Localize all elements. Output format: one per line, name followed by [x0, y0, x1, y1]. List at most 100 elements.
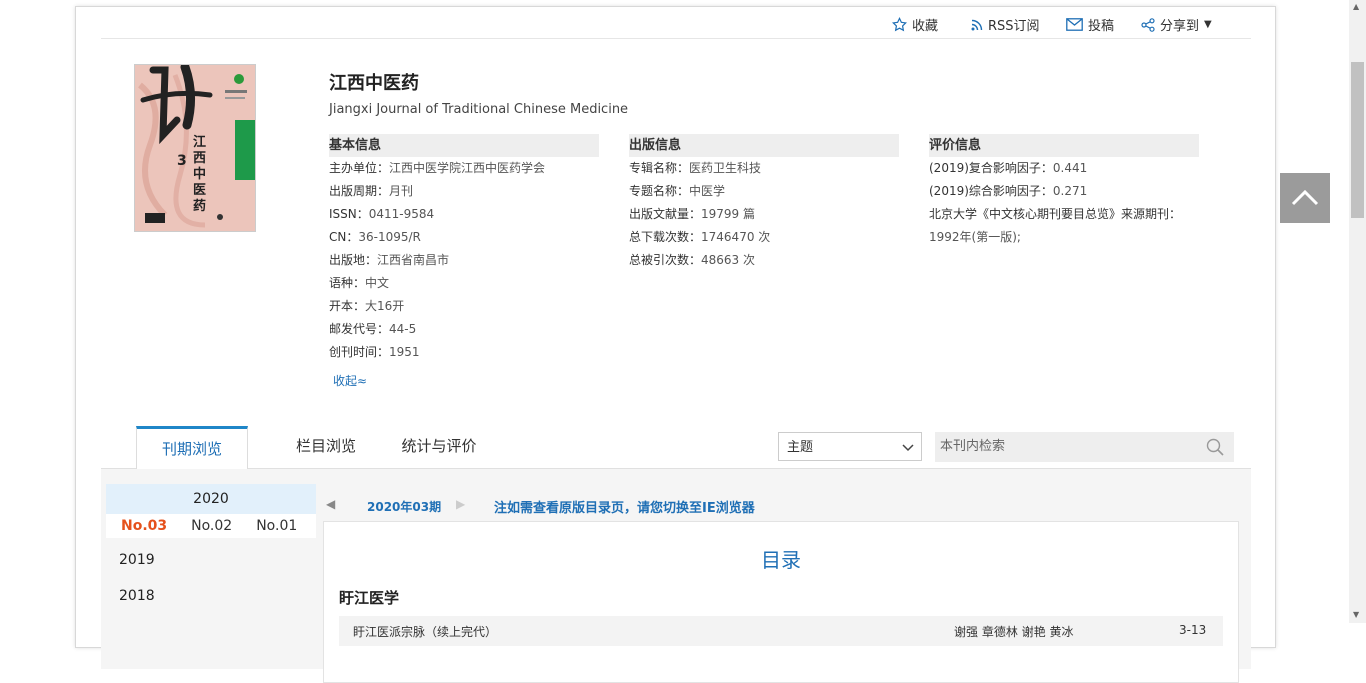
rss-label: RSS订阅 — [988, 19, 1040, 34]
basic-info-value: 1951 — [389, 345, 420, 359]
evaluation-info-heading: 评价信息 — [929, 134, 1199, 157]
favorite-button[interactable]: 收藏 — [892, 15, 938, 34]
basic-info-heading: 基本信息 — [329, 134, 599, 157]
search-placeholder: 本刊内检索 — [940, 439, 1006, 454]
page-scrollbar[interactable]: ▲ ▼ — [1349, 0, 1366, 623]
basic-info-value: 0411-9584 — [368, 207, 435, 221]
journal-page: 收藏 RSS订阅 投稿 分享到 ▼ 江西中医药 3 江西中医药 Jiangxi … — [75, 6, 1276, 683]
evaluation-info-key: 北京大学《中文核心期刊要目总览》来源期刊： — [929, 207, 1182, 221]
basic-info-value: 中文 — [365, 276, 390, 290]
scroll-down-arrow-icon[interactable]: ▼ — [1353, 610, 1359, 619]
year-item-active[interactable]: 2020 — [106, 484, 316, 514]
toc-entry-pages: 3-13 — [1179, 623, 1207, 637]
search-icon[interactable] — [1206, 438, 1224, 456]
issue-item[interactable]: No.02 — [191, 518, 232, 534]
basic-info-key: 语种： — [329, 276, 366, 290]
publish-info-heading: 出版信息 — [629, 134, 899, 157]
publish-info-key: 专题名称： — [629, 184, 690, 198]
search-field-select[interactable]: 主题 — [778, 432, 922, 461]
toc-entry-authors: 谢强 章德林 谢艳 黄冰 — [954, 625, 1074, 639]
publish-info-value: 1746470 次 — [701, 230, 771, 244]
evaluation-info-value: 0.441 — [1052, 161, 1088, 175]
journal-subtitle: Jiangxi Journal of Traditional Chinese M… — [329, 102, 629, 117]
tab-statistics[interactable]: 统计与评价 — [384, 425, 494, 468]
toc-panel: 目录 盱江医学 盱江医派宗脉（续上完代） 谢强 章德林 谢艳 黄冰 3-13 — [323, 521, 1239, 683]
cover-title-text: 江西中医药 — [193, 135, 207, 214]
basic-info-key: 开本： — [329, 299, 366, 313]
basic-info-row: 语种：中文 — [329, 272, 599, 295]
prev-issue-icon[interactable]: ◀ — [326, 497, 335, 511]
star-icon — [892, 17, 907, 32]
share-button[interactable]: 分享到 ▼ — [1141, 15, 1212, 34]
submit-label: 投稿 — [1088, 19, 1115, 34]
issue-browser: 2020 No.03 No.02 No.01 2019 2018 ◀ 2020年… — [101, 469, 1251, 683]
tab-column-browse[interactable]: 栏目浏览 — [261, 425, 391, 468]
year-item[interactable]: 2018 — [106, 578, 316, 614]
basic-info-section: 基本信息 主办单位：江西中医学院江西中医药学会 出版周期：月刊 ISSN：0411-… — [329, 134, 599, 364]
cover-issue-number: 3 — [177, 153, 187, 169]
evaluation-info-key: (2019)综合影响因子： — [929, 184, 1053, 198]
publish-info-section: 出版信息 专辑名称：医药卫生科技 专题名称：中医学 出版文献量：19799 篇总下载… — [629, 134, 899, 272]
publish-info-value: 医药卫生科技 — [689, 161, 762, 175]
caret-down-icon: ▼ — [1204, 19, 1212, 30]
share-label: 分享到 — [1160, 19, 1200, 34]
select-value: 主题 — [787, 440, 814, 455]
journal-cover-image[interactable]: 江西中医药 3 — [134, 64, 256, 232]
scroll-up-arrow-icon[interactable]: ▲ — [1353, 2, 1359, 11]
basic-info-row: CN：36-1095/R — [329, 226, 599, 249]
basic-info-row: 出版周期：月刊 — [329, 180, 599, 203]
publish-info-value: 19799 篇 — [701, 207, 756, 221]
basic-info-key: 主办单位： — [329, 161, 390, 175]
publish-info-key: 出版文献量： — [629, 207, 702, 221]
journal-title: 江西中医药 — [329, 73, 419, 94]
rss-button[interactable]: RSS订阅 — [971, 15, 1040, 34]
next-issue-icon[interactable]: ▶ — [456, 497, 465, 511]
publish-info-key: 总下载次数： — [629, 230, 702, 244]
issue-navigator: ◀ 2020年03期 ▶ — [323, 491, 475, 523]
year-list: 2020 No.03 No.02 No.01 2019 2018 — [106, 484, 316, 614]
basic-info-row: ISSN：0411-9584 — [329, 203, 599, 226]
issue-list: No.03 No.02 No.01 — [106, 514, 316, 538]
basic-info-key: CN： — [329, 230, 359, 244]
evaluation-info-row: 北京大学《中文核心期刊要目总览》来源期刊： — [929, 203, 1199, 226]
publish-info-row: 总被引次数：48663 次 — [629, 249, 899, 272]
basic-info-row: 创刊时间：1951 — [329, 341, 599, 364]
toc-title: 目录 — [761, 548, 801, 572]
toc-section-title: 盱江医学 — [339, 589, 400, 607]
basic-info-key: 出版地： — [329, 253, 378, 267]
tab-issue-browse[interactable]: 刊期浏览 — [136, 426, 248, 470]
toc-entry[interactable]: 盱江医派宗脉（续上完代） 谢强 章德林 谢艳 黄冰 3-13 — [339, 616, 1223, 646]
issue-item-current[interactable]: No.03 — [121, 518, 167, 534]
evaluation-info-key: (2019)复合影响因子： — [929, 161, 1053, 175]
basic-info-value: 江西省南昌市 — [377, 253, 450, 267]
basic-info-value: 江西中医学院江西中医药学会 — [389, 161, 546, 175]
evaluation-info-section: 评价信息 (2019)复合影响因子：0.441 (2019)综合影响因子：0.27… — [929, 134, 1199, 249]
publish-info-key: 总被引次数： — [629, 253, 702, 267]
back-to-top-button[interactable] — [1280, 173, 1330, 223]
submit-button[interactable]: 投稿 — [1066, 15, 1114, 34]
evaluation-info-row: (2019)综合影响因子：0.271 — [929, 180, 1199, 203]
publish-info-row: 总下载次数：1746470 次 — [629, 226, 899, 249]
basic-info-key: ISSN： — [329, 207, 369, 221]
evaluation-info-row: (2019)复合影响因子：0.441 — [929, 157, 1199, 180]
basic-info-key: 出版周期： — [329, 184, 390, 198]
collapse-link[interactable]: 收起≈ — [333, 372, 367, 389]
search-input[interactable]: 本刊内检索 — [935, 432, 1234, 462]
ie-notice-link[interactable]: 注如需查看原版目录页，请您切换至IE浏览器 — [494, 497, 755, 516]
current-issue-label: 2020年03期 — [367, 500, 442, 514]
basic-info-row: 主办单位：江西中医学院江西中医药学会 — [329, 157, 599, 180]
basic-info-value: 月刊 — [389, 184, 414, 198]
issue-item[interactable]: No.01 — [256, 518, 297, 534]
basic-info-row: 出版地：江西省南昌市 — [329, 249, 599, 272]
share-icon — [1141, 17, 1155, 32]
scrollbar-thumb[interactable] — [1351, 62, 1364, 218]
basic-info-key: 邮发代号： — [329, 322, 390, 336]
year-item[interactable]: 2019 — [106, 542, 316, 578]
evaluation-info-row: 1992年(第一版); — [929, 226, 1199, 249]
publish-info-value: 48663 次 — [701, 253, 756, 267]
basic-info-key: 创刊时间： — [329, 345, 390, 359]
evaluation-info-value: 0.271 — [1052, 184, 1088, 198]
basic-info-row: 邮发代号：44-5 — [329, 318, 599, 341]
chevron-down-icon — [902, 444, 914, 452]
toc-entry-title[interactable]: 盱江医派宗脉（续上完代） — [353, 623, 497, 640]
